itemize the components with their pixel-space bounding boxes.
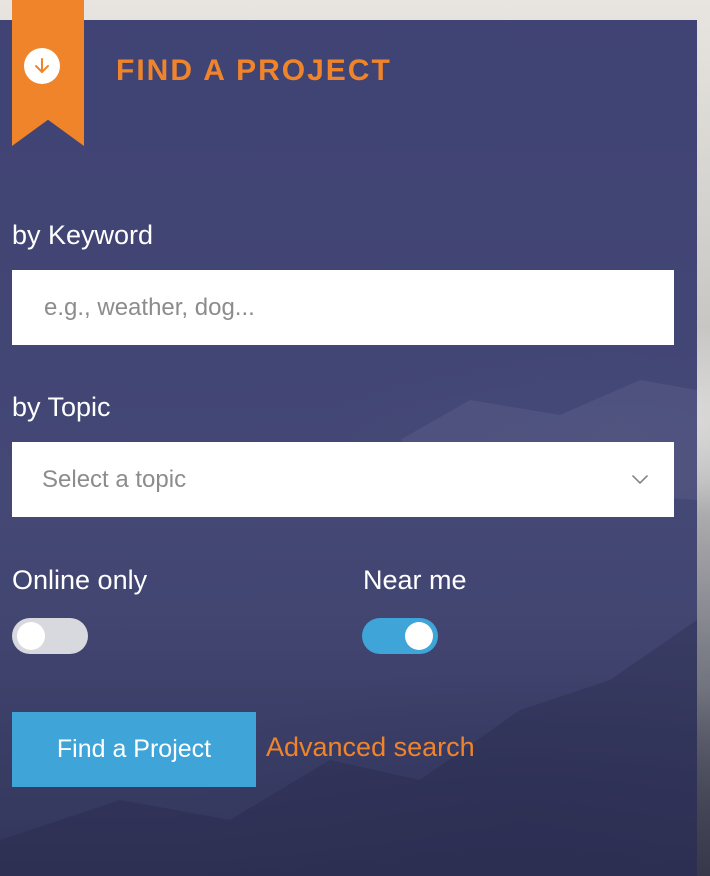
keyword-field-container [12,270,674,345]
near-me-label: Near me [363,565,467,595]
online-only-toggle-knob [17,622,45,650]
panel-title: FIND A PROJECT [116,54,392,87]
near-me-toggle-knob [405,622,433,650]
keyword-input[interactable] [42,292,644,323]
arrow-down-circle-icon [24,48,60,84]
keyword-label: by Keyword [12,220,154,250]
find-project-button[interactable]: Find a Project [12,712,256,787]
near-me-toggle[interactable] [362,618,438,654]
online-only-toggle[interactable] [12,618,88,654]
topic-select-value: Select a topic [42,465,187,493]
advanced-search-link[interactable]: Advanced search [266,732,475,763]
topic-label: by Topic [12,392,111,422]
topic-select[interactable]: Select a topic [12,442,674,517]
online-only-label: Online only [12,565,148,595]
chevron-down-icon [632,475,648,484]
